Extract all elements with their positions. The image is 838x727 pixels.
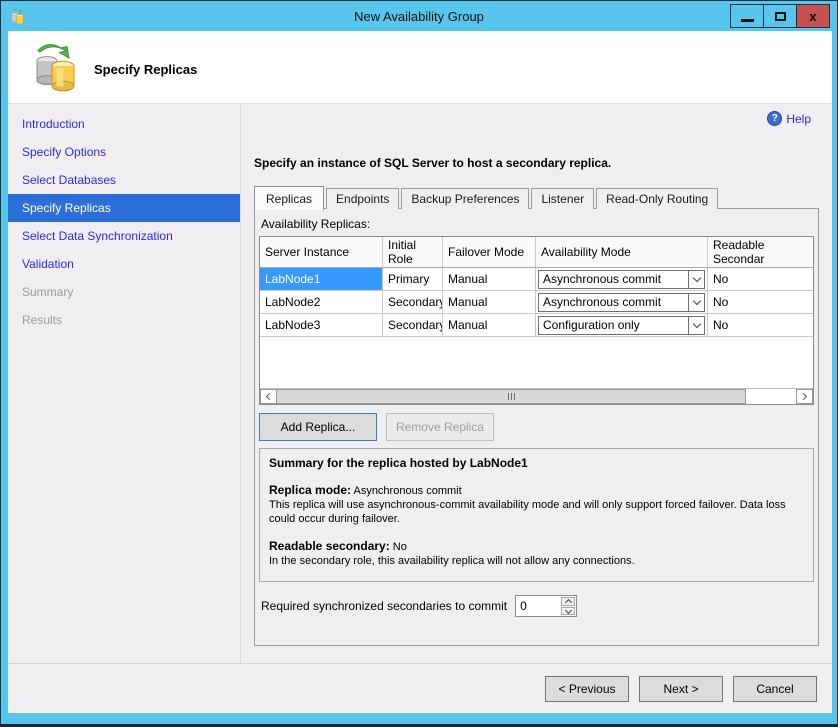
cell-readable-secondary[interactable]: No: [708, 291, 813, 313]
cell-server-instance[interactable]: LabNode3: [260, 314, 383, 336]
availability-mode-dropdown[interactable]: Asynchronous commit: [538, 293, 705, 312]
replica-mode-description: This replica will use asynchronous-commi…: [269, 498, 804, 526]
sidebar-item-specify-options[interactable]: Specify Options: [8, 138, 240, 166]
col-failover-mode: Failover Mode: [443, 237, 536, 267]
add-replica-button[interactable]: Add Replica...: [259, 413, 377, 441]
summary-title: Summary for the replica hosted by LabNod…: [269, 456, 804, 470]
col-initial-role: Initial Role: [383, 237, 443, 267]
maximize-button[interactable]: [763, 4, 797, 28]
cancel-button[interactable]: Cancel: [733, 676, 817, 702]
cell-initial-role[interactable]: Secondary: [383, 291, 443, 313]
scroll-left-icon[interactable]: [260, 389, 277, 404]
col-readable-secondary: Readable Secondar: [708, 237, 813, 267]
page-title: Specify Replicas: [94, 62, 197, 77]
dropdown-value: Asynchronous commit: [539, 272, 688, 286]
cell-readable-secondary[interactable]: No: [708, 268, 813, 290]
sidebar-item-select-data-synchronization[interactable]: Select Data Synchronization: [8, 222, 240, 250]
scrollbar-thumb[interactable]: [276, 389, 746, 404]
chevron-down-icon[interactable]: [688, 317, 704, 334]
dropdown-value: Asynchronous commit: [539, 295, 688, 309]
main-panel: ? Help Specify an instance of SQL Server…: [241, 104, 832, 663]
minimize-button[interactable]: [730, 4, 764, 28]
grid-header-row: Server Instance Initial Role Failover Mo…: [260, 237, 813, 268]
cell-server-instance[interactable]: LabNode1: [260, 268, 383, 290]
title-bar: New Availability Group x: [1, 1, 837, 31]
cell-availability-mode: Asynchronous commit: [536, 268, 708, 290]
spin-up-icon[interactable]: [561, 597, 575, 606]
sidebar-item-introduction[interactable]: Introduction: [8, 110, 240, 138]
cell-availability-mode: Configuration only: [536, 314, 708, 336]
chevron-down-icon[interactable]: [688, 271, 704, 288]
tab-strip: Replicas Endpoints Backup Preferences Li…: [254, 186, 720, 209]
cell-initial-role[interactable]: Primary: [383, 268, 443, 290]
cell-server-instance[interactable]: LabNode2: [260, 291, 383, 313]
dialog-window: New Availability Group x Specify Replica…: [0, 0, 838, 727]
close-icon: x: [809, 10, 816, 23]
tab-replicas[interactable]: Replicas: [254, 186, 324, 210]
sidebar-item-summary: Summary: [8, 278, 240, 306]
sidebar-item-select-databases[interactable]: Select Databases: [8, 166, 240, 194]
scrollbar-track[interactable]: [746, 389, 796, 404]
availability-mode-dropdown[interactable]: Asynchronous commit: [538, 270, 705, 289]
help-label: Help: [786, 112, 811, 126]
cell-failover-mode[interactable]: Manual: [443, 291, 536, 313]
readable-secondary-value: No: [390, 541, 407, 553]
tab-backup-preferences[interactable]: Backup Preferences: [401, 188, 529, 209]
horizontal-scrollbar: [260, 388, 813, 404]
readable-secondary-label: Readable secondary:: [269, 539, 390, 553]
cell-readable-secondary[interactable]: No: [708, 314, 813, 336]
maximize-icon: [775, 12, 786, 21]
dropdown-value: Configuration only: [539, 318, 688, 332]
sidebar-item-validation[interactable]: Validation: [8, 250, 240, 278]
col-availability-mode: Availability Mode: [536, 237, 708, 267]
tab-listener[interactable]: Listener: [531, 188, 594, 209]
cell-failover-mode[interactable]: Manual: [443, 314, 536, 336]
cell-availability-mode: Asynchronous commit: [536, 291, 708, 313]
scroll-right-icon[interactable]: [796, 389, 813, 404]
instruction-text: Specify an instance of SQL Server to hos…: [254, 156, 611, 170]
chevron-down-icon[interactable]: [688, 294, 704, 311]
close-button[interactable]: x: [796, 4, 830, 28]
wizard-nav: Introduction Specify Options Select Data…: [8, 104, 241, 663]
cell-initial-role[interactable]: Secondary: [383, 314, 443, 336]
help-link[interactable]: ? Help: [767, 111, 811, 126]
stepper-value[interactable]: 0: [516, 596, 560, 616]
availability-replicas-grid: Server Instance Initial Role Failover Mo…: [259, 236, 814, 405]
availability-mode-dropdown[interactable]: Configuration only: [538, 316, 705, 335]
sidebar-item-specify-replicas[interactable]: Specify Replicas: [8, 194, 240, 222]
table-row: LabNode2 Secondary Manual Asynchronous c…: [260, 291, 813, 314]
table-row: LabNode1 Primary Manual Asynchronous com…: [260, 268, 813, 291]
required-secondaries-label: Required synchronized secondaries to com…: [261, 599, 507, 613]
readable-secondary-description: In the secondary role, this availability…: [269, 554, 804, 568]
tab-read-only-routing[interactable]: Read-Only Routing: [596, 188, 718, 209]
required-secondaries-stepper[interactable]: 0: [515, 595, 577, 617]
wizard-footer: < Previous Next > Cancel: [8, 663, 832, 713]
previous-button[interactable]: < Previous: [545, 676, 629, 702]
remove-replica-button: Remove Replica: [386, 413, 494, 441]
table-row: LabNode3 Secondary Manual Configuration …: [260, 314, 813, 337]
grid-empty-area: [260, 337, 813, 388]
help-icon: ?: [767, 111, 782, 126]
next-button[interactable]: Next >: [639, 676, 723, 702]
spin-down-icon[interactable]: [561, 607, 575, 615]
dialog-body: Specify Replicas Introduction Specify Op…: [8, 31, 832, 713]
sidebar-item-results: Results: [8, 306, 240, 334]
minimize-icon: [741, 19, 754, 22]
col-server-instance: Server Instance: [260, 237, 383, 267]
grid-label: Availability Replicas:: [261, 217, 814, 231]
cell-failover-mode[interactable]: Manual: [443, 268, 536, 290]
tab-endpoints[interactable]: Endpoints: [326, 188, 399, 209]
replica-database-icon: [28, 40, 84, 96]
window-title: New Availability Group: [1, 9, 837, 24]
replica-mode-label: Replica mode:: [269, 483, 351, 497]
replica-mode-value: Asynchronous commit: [351, 485, 462, 497]
content-area: Introduction Specify Options Select Data…: [8, 104, 832, 663]
replicas-tab-page: Availability Replicas: Server Instance I…: [254, 208, 819, 646]
wizard-header: Specify Replicas: [8, 31, 832, 104]
replica-summary-box: Summary for the replica hosted by LabNod…: [259, 448, 814, 582]
